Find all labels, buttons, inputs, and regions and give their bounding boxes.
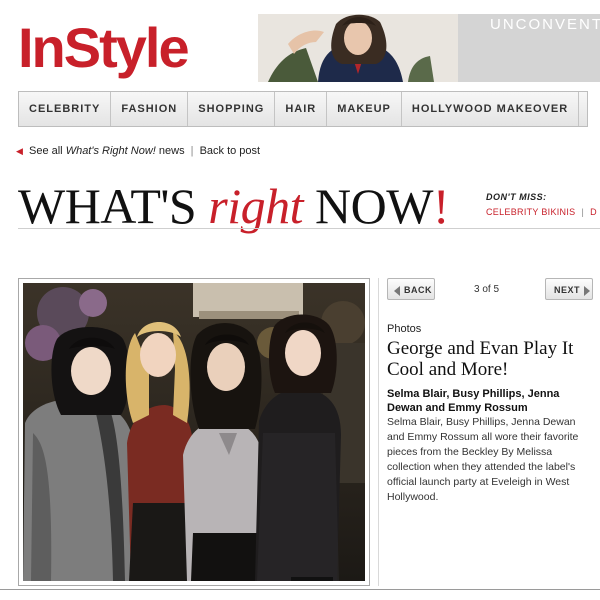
dont-miss-label: DON'T MISS: — [486, 192, 547, 202]
dont-miss-links: CELEBRITY BIKINIS | D — [486, 207, 597, 217]
gallery-next-button[interactable]: NEXT — [545, 278, 593, 300]
nav-item-makeup[interactable]: MAKEUP — [327, 92, 402, 126]
instyle-logo[interactable]: InStyle — [18, 12, 240, 84]
advertisement-banner[interactable]: UNCONVENTI — [258, 14, 600, 82]
back-to-post-link[interactable]: Back to post — [200, 145, 261, 157]
photo-caption-heading: Selma Blair, Busy Phillips, Jenna Dewan … — [387, 388, 560, 414]
gallery-photo[interactable] — [23, 283, 365, 581]
link-separator: | — [581, 207, 585, 217]
breadcrumb: ◀ See all What's Right Now! news | Back … — [16, 145, 260, 157]
nav-item-shopping[interactable]: SHOPPING — [188, 92, 276, 126]
banner-tagline: UNCONVENTI — [490, 16, 600, 33]
right-triangle-icon — [584, 285, 591, 296]
photo-caption-text: Selma Blair, Busy Phillips, Jenna Dewan … — [387, 416, 579, 503]
nav-item-hollywood-makeover[interactable]: HOLLYWOOD MAKEOVER — [402, 92, 580, 126]
content-divider — [378, 278, 379, 586]
section-headline: WHAT'S right NOW! — [18, 178, 450, 234]
see-all-link[interactable]: See all What's Right Now! news — [29, 145, 188, 157]
headline-divider — [18, 228, 600, 229]
gallery-back-button[interactable]: BACK — [387, 278, 435, 300]
breadcrumb-separator: | — [190, 145, 194, 157]
nav-item-celebrity[interactable]: CELEBRITY — [19, 92, 112, 126]
gallery-counter: 3 of 5 — [474, 284, 500, 295]
dont-miss-link-truncated[interactable]: D — [590, 207, 597, 217]
left-arrow-icon: ◀ — [16, 146, 23, 156]
gallery-title: George and Evan Play It Cool and More! — [387, 338, 574, 380]
nav-item-hair[interactable]: HAIR — [275, 92, 328, 126]
left-triangle-icon — [394, 285, 400, 296]
banner-photo — [258, 14, 458, 82]
nav-item-fashion[interactable]: FASHION — [111, 92, 189, 126]
gallery-category: Photos — [387, 323, 422, 335]
main-navigation: CELEBRITY FASHION SHOPPING HAIR MAKEUP H… — [18, 91, 588, 127]
gallery-photo-frame — [18, 278, 370, 586]
dont-miss-link-bikinis[interactable]: CELEBRITY BIKINIS — [486, 207, 575, 217]
page-bottom-rule — [0, 589, 600, 590]
